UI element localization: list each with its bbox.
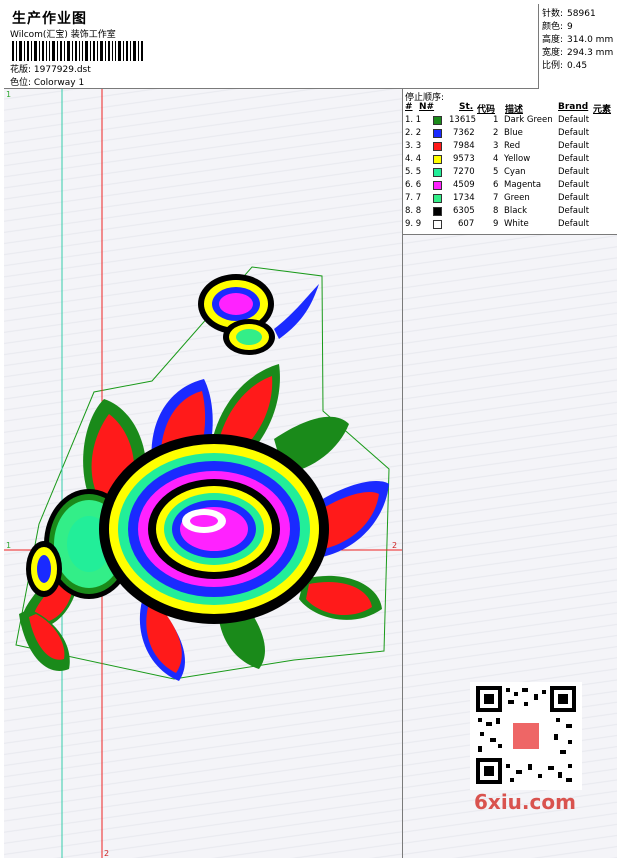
page-title: 生产作业图 [12, 11, 87, 27]
peony-flower [99, 434, 329, 624]
design-canvas: 1 2 1 2 [4, 89, 403, 858]
color-swatch [433, 142, 442, 151]
thread-row: 4. 4 9573 4 Yellow Default [405, 154, 590, 164]
stats-box: 针数: 58961 颜色: 9 高度: 314.0 mm 宽度: 294.3 mm 比例… [538, 4, 617, 89]
thread-table: 停止顺序: # N# St. 代码 描述 Brand 元素 1. 1 13615 1… [403, 89, 617, 235]
watermark-text: 6xiu.com [474, 790, 576, 814]
stat-height: 高度: 314.0 mm [542, 35, 614, 45]
header-num: # [405, 102, 413, 112]
header-element: 元素 [593, 105, 612, 115]
thread-row: 2. 2 7362 2 Blue Default [405, 128, 590, 138]
guide-label-v2: 2 [104, 849, 109, 858]
header: 生产作业图 Wilcom(汇宝) 装饰工作室 花版: 1977929.dst 色… [4, 4, 617, 89]
stat-width: 宽度: 294.3 mm [542, 48, 614, 58]
stat-scale: 比例: 0.45 [542, 61, 588, 71]
color-swatch [433, 194, 442, 203]
color-swatch [433, 155, 442, 164]
thread-row: 3. 3 7984 3 Red Default [405, 141, 590, 151]
header-st: St. [459, 102, 474, 112]
colorway-label: 色位: Colorway 1 [10, 78, 85, 88]
thread-row: 6. 6 4509 6 Magenta Default [405, 180, 590, 190]
stat-colors: 颜色: 9 [542, 22, 573, 32]
design-file-label: 花版: 1977929.dst [10, 65, 91, 75]
guide-label-v1: 1 [6, 90, 11, 99]
thread-row: 7. 7 1734 7 Green Default [405, 193, 590, 203]
qr-code [470, 682, 582, 790]
stat-stitches: 针数: 58961 [542, 9, 596, 19]
barcode [12, 41, 143, 61]
color-swatch [433, 116, 442, 125]
guide-label-h2: 2 [392, 541, 397, 550]
thread-row: 9. 9 607 9 White Default [405, 219, 590, 229]
thread-row: 8. 8 6305 8 Black Default [405, 206, 590, 216]
color-swatch [433, 181, 442, 190]
header-n: N# [419, 102, 435, 112]
header-code: 代码 [477, 105, 496, 115]
thread-row: 1. 1 13615 1 Dark Green Default [405, 115, 590, 125]
color-swatch [433, 207, 442, 216]
thread-row: 5. 5 7270 5 Cyan Default [405, 167, 590, 177]
header-desc: 描述 [505, 105, 524, 115]
embroidery-design: 1 2 1 2 [4, 89, 402, 858]
color-swatch [433, 129, 442, 138]
subtitle: Wilcom(汇宝) 装饰工作室 [10, 30, 116, 40]
color-swatch [433, 168, 442, 177]
color-swatch [433, 220, 442, 229]
header-brand: Brand [558, 102, 589, 112]
guide-label-h1: 1 [6, 541, 11, 550]
butterfly [198, 274, 319, 355]
qr-code-icon [476, 686, 576, 784]
